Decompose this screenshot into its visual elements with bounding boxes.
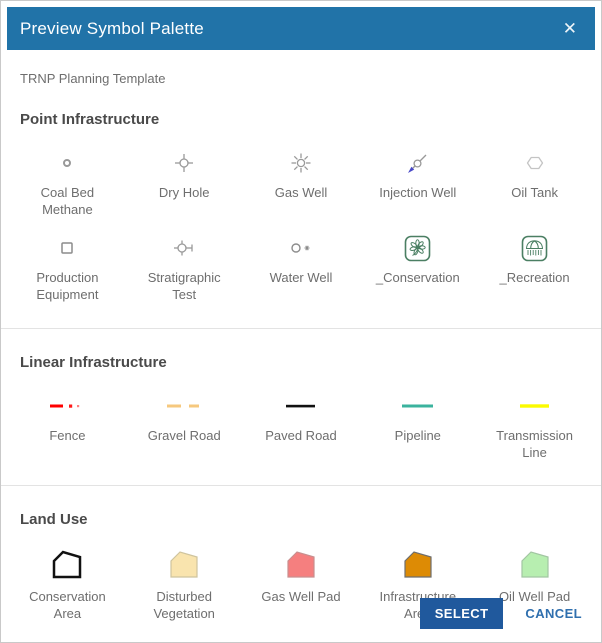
palette-item-transmission-line: Transmission Line bbox=[476, 388, 593, 461]
pipeline-line-icon bbox=[402, 388, 434, 424]
palette-item-label: Pipeline bbox=[395, 427, 441, 444]
stratigraphic-test-icon bbox=[171, 230, 197, 266]
palette-item-label: Injection Well bbox=[379, 184, 456, 201]
paved-road-line-icon bbox=[286, 388, 316, 424]
injection-well-icon bbox=[404, 145, 432, 181]
close-icon[interactable]: ✕ bbox=[559, 18, 581, 39]
preview-symbol-palette-dialog: Preview Symbol Palette ✕ TRNP Planning T… bbox=[0, 0, 602, 643]
dialog-title: Preview Symbol Palette bbox=[20, 19, 204, 39]
palette-item-label: Oil Tank bbox=[511, 184, 558, 201]
palette-item-pipeline: Pipeline bbox=[359, 388, 476, 461]
palette-item-label: Paved Road bbox=[265, 427, 337, 444]
palette-item-label: Disturbed Vegetation bbox=[135, 588, 233, 622]
palette-item-label: Gas Well Pad bbox=[261, 588, 340, 605]
palette-item-fence: Fence bbox=[9, 388, 126, 461]
recreation-point-icon bbox=[521, 230, 548, 266]
oil-tank-icon bbox=[525, 145, 545, 181]
palette-item-label: Stratigraphic Test bbox=[135, 269, 233, 303]
transmission-line-icon bbox=[520, 388, 550, 424]
palette-item-label: Gas Well bbox=[275, 184, 328, 201]
dialog-footer: SELECT CANCEL bbox=[420, 598, 584, 629]
dialog-titlebar: Preview Symbol Palette ✕ bbox=[7, 7, 595, 50]
linear-infrastructure-row: Fence Gravel Road Paved Road bbox=[1, 388, 601, 461]
section-divider bbox=[1, 485, 601, 486]
palette-item-water-well: Water Well bbox=[243, 230, 360, 303]
palette-item-stratigraphic-test: Stratigraphic Test bbox=[126, 230, 243, 303]
palette-item-injection-well: Injection Well bbox=[359, 145, 476, 218]
conservation-point-icon bbox=[404, 230, 431, 266]
select-button[interactable]: SELECT bbox=[420, 598, 504, 629]
palette-item-gravel-road: Gravel Road bbox=[126, 388, 243, 461]
palette-item-label: Dry Hole bbox=[159, 184, 210, 201]
infrastructure-area-polygon-icon bbox=[401, 545, 435, 585]
palette-item-coal-bed-methane: Coal Bed Methane bbox=[9, 145, 126, 218]
palette-item-production-equipment: Production Equipment bbox=[9, 230, 126, 303]
palette-item-label: _Conservation bbox=[376, 269, 460, 286]
palette-item-gas-well: Gas Well bbox=[243, 145, 360, 218]
palette-item-label: Coal Bed Methane bbox=[18, 184, 116, 218]
point-infrastructure-row-2: Production Equipment Stratigraphic Test bbox=[1, 230, 601, 303]
oil-well-pad-polygon-icon bbox=[518, 545, 552, 585]
coal-bed-methane-icon bbox=[61, 145, 73, 181]
palette-item-conservation-point: _Conservation bbox=[359, 230, 476, 303]
template-name: TRNP Planning Template bbox=[20, 71, 582, 86]
palette-item-label: Production Equipment bbox=[18, 269, 116, 303]
dry-hole-icon bbox=[172, 145, 196, 181]
gas-well-icon bbox=[289, 145, 313, 181]
palette-item-disturbed-vegetation: Disturbed Vegetation bbox=[126, 545, 243, 622]
point-infrastructure-row-1: Coal Bed Methane Dry Hole bbox=[1, 145, 601, 218]
palette-item-gas-well-pad: Gas Well Pad bbox=[243, 545, 360, 622]
palette-item-label: Water Well bbox=[270, 269, 333, 286]
water-well-icon bbox=[289, 230, 313, 266]
section-heading-linear-infrastructure: Linear Infrastructure bbox=[20, 354, 582, 371]
production-equipment-icon bbox=[59, 230, 75, 266]
palette-item-label: Fence bbox=[49, 427, 85, 444]
gas-well-pad-polygon-icon bbox=[284, 545, 318, 585]
palette-item-dry-hole: Dry Hole bbox=[126, 145, 243, 218]
palette-item-label: _Recreation bbox=[500, 269, 570, 286]
palette-item-paved-road: Paved Road bbox=[243, 388, 360, 461]
cancel-button[interactable]: CANCEL bbox=[523, 600, 584, 627]
conservation-area-polygon-icon bbox=[50, 545, 84, 585]
palette-item-conservation-area: Conservation Area bbox=[9, 545, 126, 622]
section-divider bbox=[1, 328, 601, 329]
palette-item-label: Gravel Road bbox=[148, 427, 221, 444]
section-heading-point-infrastructure: Point Infrastructure bbox=[20, 111, 582, 128]
disturbed-vegetation-polygon-icon bbox=[167, 545, 201, 585]
palette-item-label: Conservation Area bbox=[18, 588, 116, 622]
palette-item-label: Transmission Line bbox=[486, 427, 584, 461]
palette-item-oil-tank: Oil Tank bbox=[476, 145, 593, 218]
gravel-road-line-icon bbox=[167, 388, 201, 424]
fence-line-icon bbox=[50, 388, 84, 424]
section-heading-land-use: Land Use bbox=[20, 511, 582, 528]
palette-item-recreation-point: _Recreation bbox=[476, 230, 593, 303]
